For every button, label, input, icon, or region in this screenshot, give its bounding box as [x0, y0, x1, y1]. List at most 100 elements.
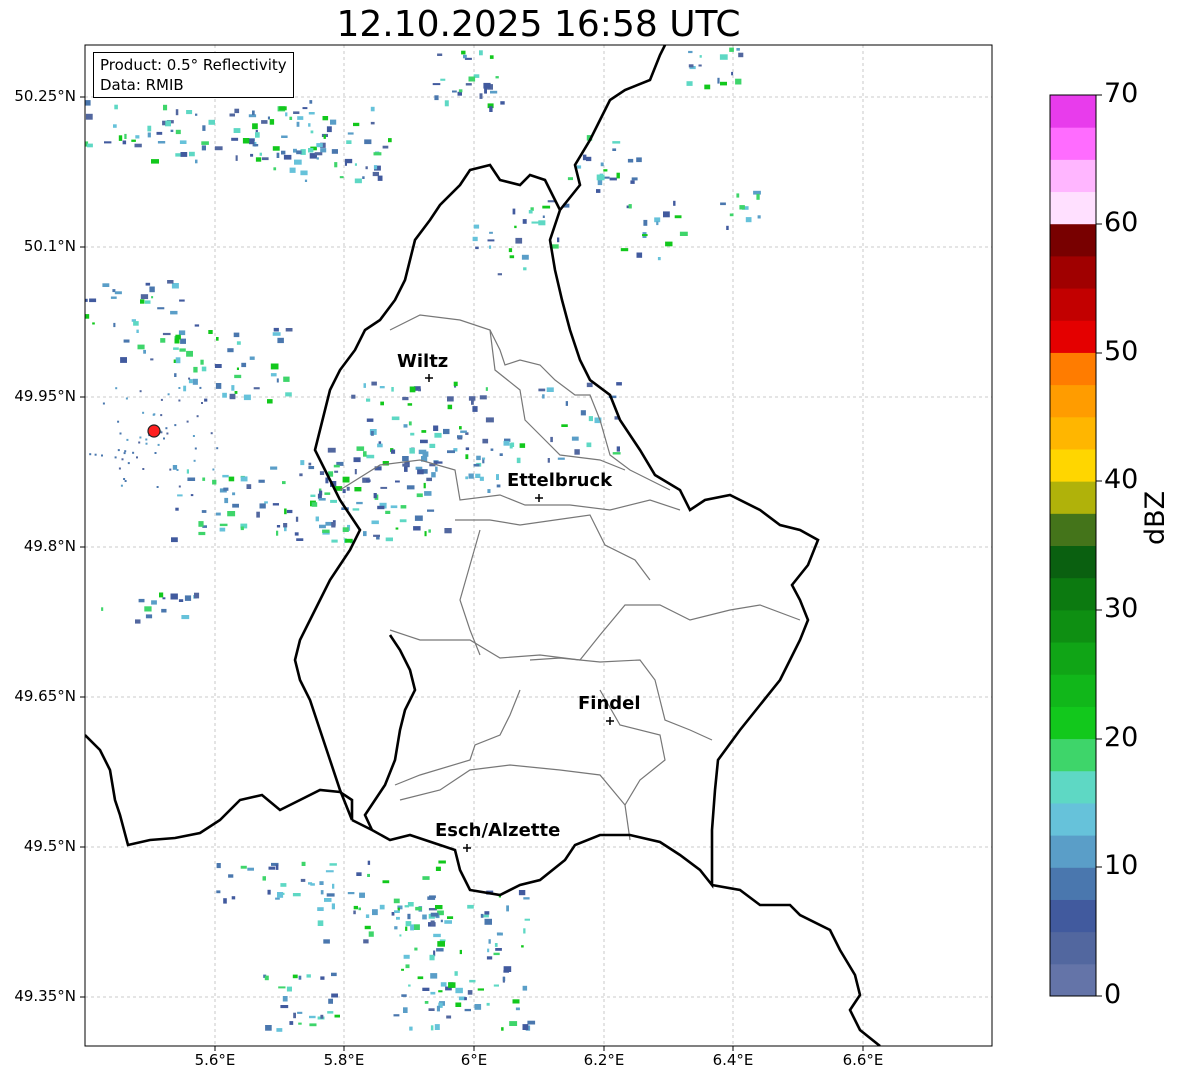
radar-echo [186, 420, 189, 423]
radar-echo [192, 378, 198, 385]
radar-echo [719, 54, 728, 60]
radar-echo [138, 598, 145, 603]
radar-echo [382, 145, 389, 149]
radar-echo [473, 224, 480, 229]
radar-echo [184, 595, 192, 601]
radar-echo [320, 890, 324, 895]
radar-echo [334, 1014, 340, 1018]
radar-echo [234, 391, 238, 394]
radar-echo [489, 55, 494, 59]
radar-echo [523, 897, 530, 900]
radar-echo [331, 539, 338, 543]
colorbar-segment [1050, 481, 1096, 514]
radar-echo [299, 473, 303, 477]
lat-tick-label: 49.95°N [14, 387, 76, 405]
radar-echo [354, 163, 357, 166]
radar-echo [448, 982, 456, 988]
radar-echo [354, 469, 357, 475]
radar-echo [431, 472, 436, 478]
radar-echo [506, 905, 509, 912]
radar-echo [401, 994, 407, 997]
radar-echo [571, 436, 579, 441]
radar-echo [467, 990, 473, 995]
radar-echo [190, 494, 194, 497]
radar-echo [125, 397, 128, 400]
radar-echo [365, 166, 368, 170]
radar-echo [215, 512, 221, 516]
radar-echo [118, 467, 121, 470]
radar-echo [219, 527, 226, 532]
radar-echo [368, 931, 374, 937]
radar-echo [416, 493, 423, 498]
radar-echo [433, 933, 441, 938]
radar-echo [424, 491, 432, 496]
radar-echo [679, 231, 688, 236]
radar-echo [73, 160, 76, 165]
radar-echo [142, 411, 145, 414]
radar-echo [519, 443, 526, 448]
radar-echo [484, 87, 487, 94]
radar-echo [408, 421, 412, 426]
radar-echo [731, 71, 734, 76]
radar-echo [319, 881, 324, 885]
radar-echo [528, 210, 533, 214]
radar-echo [270, 363, 279, 370]
radar-echo [194, 447, 197, 450]
radar-echo [487, 489, 491, 493]
colorbar-segment [1050, 867, 1096, 900]
radar-echo [140, 299, 145, 304]
colorbar-segment [1050, 802, 1096, 836]
radar-echo [195, 113, 198, 116]
radar-echoes [73, 47, 761, 1032]
radar-echo [612, 148, 617, 151]
radar-echo [198, 521, 204, 527]
colorbar-tick-label: 20 [1104, 722, 1139, 753]
radar-echo [366, 454, 375, 459]
radar-echo [200, 359, 204, 365]
radar-echo [267, 116, 270, 120]
radar-echo [385, 510, 391, 514]
radar-echo [447, 450, 455, 454]
radar-echo [162, 597, 166, 600]
radar-echo [176, 469, 179, 471]
radar-echo [365, 914, 370, 918]
radar-echo [255, 157, 262, 162]
radar-echo [201, 145, 206, 151]
radar-echo [75, 316, 81, 321]
radar-echo [409, 447, 415, 454]
radar-echo [317, 907, 324, 911]
radar-map [73, 44, 1102, 1051]
radar-echo [300, 878, 306, 882]
radar-echo [673, 200, 676, 206]
radar-echo [154, 452, 157, 454]
radar-echo [720, 202, 726, 206]
radar-echo [298, 1022, 302, 1025]
radar-echo [582, 154, 587, 161]
radar-echo [403, 1007, 408, 1013]
radar-echo [391, 387, 394, 392]
radar-echo [720, 81, 727, 86]
radar-echo [474, 1004, 482, 1010]
radar-echo [406, 485, 415, 490]
radar-echo [455, 1002, 462, 1007]
radar-echo [121, 458, 124, 461]
radar-echo [73, 136, 81, 139]
radar-echo [280, 883, 287, 887]
radar-echo [332, 883, 335, 889]
radar-echo [362, 176, 365, 179]
radar-echo [311, 502, 318, 507]
radar-echo [171, 283, 179, 289]
radar-echo [273, 167, 277, 171]
radar-echo [273, 327, 279, 332]
colorbar-segment [1050, 320, 1096, 353]
radar-echo [438, 860, 446, 864]
radar-echo [547, 458, 550, 463]
radar-echo [370, 106, 375, 112]
radar-echo [172, 465, 178, 470]
radar-echo [550, 436, 553, 443]
radar-echo [216, 890, 221, 894]
radar-echo [347, 132, 354, 135]
radar-echo [482, 438, 489, 444]
city-label-ettelbruck: Ettelbruck [507, 470, 613, 491]
radar-echo [175, 129, 181, 135]
